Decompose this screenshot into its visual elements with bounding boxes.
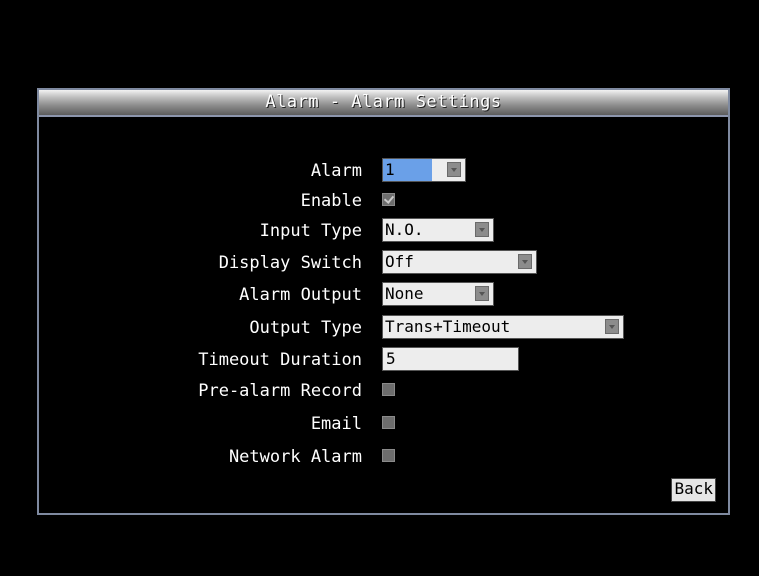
- row-email: Email: [39, 410, 728, 438]
- email-label: Email: [310, 414, 362, 434]
- pre-alarm-record-label: Pre-alarm Record: [198, 381, 362, 401]
- chevron-down-icon[interactable]: [605, 319, 619, 334]
- alarm-label: Alarm: [310, 161, 362, 181]
- input-type-select[interactable]: N.O.: [382, 218, 494, 242]
- chevron-down-icon[interactable]: [475, 286, 489, 301]
- alarm-output-select[interactable]: None: [382, 282, 494, 306]
- row-network-alarm: Network Alarm: [39, 443, 728, 471]
- network-alarm-label: Network Alarm: [228, 447, 362, 467]
- network-alarm-checkbox[interactable]: [382, 449, 395, 462]
- email-checkbox[interactable]: [382, 416, 395, 429]
- display-switch-select[interactable]: Off: [382, 250, 537, 274]
- enable-checkbox[interactable]: [382, 193, 395, 206]
- row-input-type: Input Type N.O.: [39, 217, 728, 245]
- display-switch-label: Display Switch: [218, 253, 362, 273]
- enable-label: Enable: [300, 191, 362, 211]
- alarm-value: 1: [385, 160, 395, 179]
- chevron-down-icon[interactable]: [475, 222, 489, 237]
- back-button[interactable]: Back: [671, 478, 716, 502]
- timeout-duration-label: Timeout Duration: [198, 350, 362, 370]
- alarm-output-label: Alarm Output: [239, 285, 362, 305]
- alarm-select-wrap: 1: [382, 158, 466, 182]
- chevron-down-icon[interactable]: [518, 254, 532, 269]
- row-display-switch: Display Switch Off: [39, 249, 728, 277]
- input-type-label: Input Type: [259, 221, 362, 241]
- chevron-down-icon[interactable]: [447, 162, 461, 177]
- alarm-select[interactable]: 1: [382, 158, 466, 182]
- alarm-settings-panel: Alarm - Alarm Settings Alarm 1 Enable In…: [37, 88, 730, 515]
- row-timeout-duration: Timeout Duration 5: [39, 346, 728, 374]
- pre-alarm-record-checkbox[interactable]: [382, 383, 395, 396]
- row-output-type: Output Type Trans+Timeout: [39, 314, 728, 342]
- output-type-label: Output Type: [249, 318, 362, 338]
- output-type-select[interactable]: Trans+Timeout: [382, 315, 624, 339]
- row-alarm: Alarm 1: [39, 157, 728, 185]
- row-enable: Enable: [39, 187, 728, 215]
- input-type-value: N.O.: [385, 220, 424, 239]
- output-type-value: Trans+Timeout: [385, 317, 511, 336]
- row-pre-alarm-record: Pre-alarm Record: [39, 377, 728, 405]
- display-switch-value: Off: [385, 252, 414, 271]
- window-title: Alarm - Alarm Settings: [39, 90, 728, 117]
- timeout-duration-input[interactable]: 5: [382, 347, 519, 371]
- alarm-output-value: None: [385, 284, 424, 303]
- row-alarm-output: Alarm Output None: [39, 281, 728, 309]
